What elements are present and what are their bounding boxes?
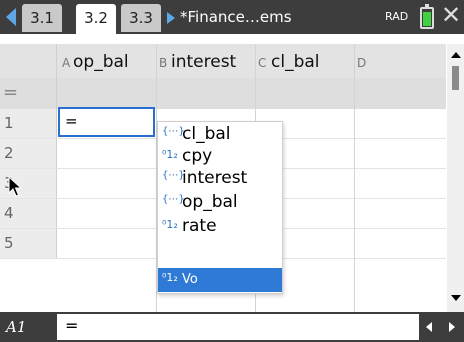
autocomplete-label: cpy bbox=[182, 146, 213, 166]
formula-bar: A1 = bbox=[0, 312, 464, 342]
top-bar: 3.1 3.2 3.3 *Finance…ems RAD ✕ bbox=[0, 0, 464, 34]
number-icon: ⁰1₂ bbox=[162, 148, 178, 161]
autocomplete-item-op-bal[interactable]: {⋯} op_bal bbox=[158, 191, 282, 215]
column-letter-b: B bbox=[159, 56, 168, 70]
autocomplete-label: op_bal bbox=[182, 192, 238, 212]
scroll-up-arrow-icon[interactable] bbox=[451, 52, 461, 58]
tab-3-1[interactable]: 3.1 bbox=[22, 4, 62, 32]
column-divider bbox=[354, 44, 355, 312]
autocomplete-item-cpy[interactable]: ⁰1₂ cpy bbox=[158, 145, 282, 169]
number-icon: ⁰1₂ bbox=[162, 271, 178, 284]
row-number: 2 bbox=[0, 139, 57, 168]
document-title: *Finance…ems bbox=[180, 8, 292, 26]
column-letter-c: C bbox=[258, 56, 267, 70]
close-icon[interactable]: ✕ bbox=[441, 3, 461, 27]
row-number: 1 bbox=[0, 109, 57, 138]
active-cell-a1[interactable]: = bbox=[58, 107, 155, 137]
formula-input-text: = bbox=[65, 316, 79, 335]
scrollbar-thumb[interactable] bbox=[452, 66, 459, 90]
formula-row[interactable]: = bbox=[0, 78, 446, 109]
vertical-scrollbar[interactable] bbox=[447, 44, 464, 312]
mouse-pointer-icon bbox=[8, 176, 22, 197]
tab-3-3[interactable]: 3.3 bbox=[121, 4, 161, 32]
formula-row-label: = bbox=[0, 78, 57, 109]
next-page-arrow-icon[interactable] bbox=[167, 12, 175, 24]
column-letter-a: A bbox=[62, 56, 71, 70]
prev-page-arrow-icon[interactable] bbox=[6, 8, 16, 26]
corner-cell[interactable] bbox=[0, 44, 57, 78]
autocomplete-label: Vo bbox=[182, 272, 198, 287]
autocomplete-item-cl-bal[interactable]: {⋯} cl_bal bbox=[158, 123, 282, 147]
column-name-a[interactable]: op_bal bbox=[73, 52, 129, 72]
autocomplete-label: cl_bal bbox=[182, 124, 231, 144]
angle-mode-indicator: RAD bbox=[385, 10, 409, 23]
column-letter-d: D bbox=[357, 56, 367, 70]
row-number: 5 bbox=[0, 229, 57, 258]
row-number: 4 bbox=[0, 199, 57, 228]
scroll-down-arrow-icon[interactable] bbox=[451, 295, 461, 301]
autocomplete-item-interest[interactable]: {⋯} interest bbox=[158, 167, 282, 191]
battery-icon bbox=[420, 4, 434, 29]
autocomplete-label: interest bbox=[182, 168, 248, 188]
cell-reference: A1 bbox=[6, 318, 27, 336]
autocomplete-label: rate bbox=[182, 216, 217, 236]
tab-3-2[interactable]: 3.2 bbox=[76, 4, 116, 34]
formula-input[interactable]: = bbox=[57, 314, 419, 340]
autocomplete-popup: {⋯} cl_bal ⁰1₂ cpy {⋯} interest {⋯} op_b… bbox=[157, 121, 283, 294]
scroll-left-arrow-icon[interactable] bbox=[426, 322, 432, 332]
column-name-c[interactable]: cl_bal bbox=[271, 52, 320, 72]
scroll-right-arrow-icon[interactable] bbox=[449, 322, 455, 332]
active-cell-text: = bbox=[65, 112, 78, 130]
number-icon: ⁰1₂ bbox=[162, 218, 178, 231]
autocomplete-item-rate[interactable]: ⁰1₂ rate bbox=[158, 215, 282, 239]
column-name-b[interactable]: interest bbox=[171, 52, 236, 72]
autocomplete-item-vo[interactable]: ⁰1₂ Vo bbox=[158, 268, 282, 292]
column-header-row: A op_bal B interest C cl_bal D bbox=[0, 44, 446, 78]
